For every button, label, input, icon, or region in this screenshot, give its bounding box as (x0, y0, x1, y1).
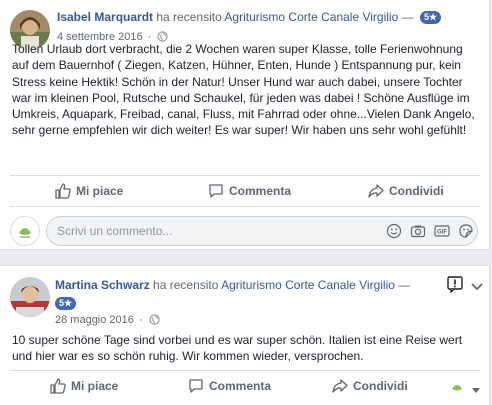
share-label: Condividi (353, 379, 408, 393)
share-icon (368, 184, 384, 198)
review-action-text: ha recensito (156, 10, 222, 24)
separator: — (401, 10, 414, 24)
sticker-icon[interactable] (458, 223, 474, 244)
camera-icon[interactable] (410, 223, 426, 244)
comment-placeholder: Scrivi un commento... (57, 224, 173, 238)
thumbs-up-icon (55, 183, 71, 199)
gif-icon[interactable]: GIF (434, 223, 450, 244)
rating-badge: 5★ (55, 297, 77, 310)
page-link[interactable]: Agriturismo Corte Canale Virgilio (221, 278, 395, 292)
avatar[interactable] (10, 277, 50, 317)
page-avatar (10, 216, 40, 246)
review-text: Tollen Urlaub dort verbracht, die 2 Woch… (12, 42, 475, 138)
comment-label: Commenta (209, 379, 272, 393)
separator: — (398, 278, 411, 292)
rating-row: 5★ (55, 296, 77, 310)
comment-icon (189, 379, 203, 393)
page-link[interactable]: Agriturismo Corte Canale Virgilio (224, 10, 398, 24)
globe-icon (149, 314, 160, 328)
author-name[interactable]: Isabel Marquardt (57, 10, 153, 24)
comment-label: Commenta (229, 184, 292, 198)
review-action-text: ha recensito (153, 278, 219, 292)
review-card: Isabel Marquardt ha recensito Agriturism… (0, 0, 490, 250)
review-card: Martina Schwarz ha recensito Agriturismo… (0, 265, 490, 405)
page-mini-avatar-icon (452, 385, 462, 391)
comment-button[interactable]: Commenta (208, 176, 291, 206)
review-date[interactable]: 28 maggio 2016 (55, 314, 134, 326)
review-meta: 28 maggio 2016 · (55, 314, 160, 328)
like-button[interactable]: Mi piace (55, 176, 123, 206)
action-bar: Mi piace Commenta Condividi (10, 370, 481, 402)
comment-input[interactable]: Scrivi un commento... GIF (46, 216, 478, 246)
like-label: Mi piace (76, 184, 124, 198)
thumbs-up-icon (50, 378, 66, 394)
comment-composer: Scrivi un commento... GIF (10, 214, 480, 248)
report-icon[interactable] (446, 275, 464, 298)
rating-badge: 5★ (419, 11, 442, 24)
emoji-icon[interactable] (386, 223, 402, 244)
like-label: Mi piace (71, 379, 119, 393)
share-label: Condividi (389, 184, 444, 198)
action-bar: Mi piace Commenta Condividi (10, 175, 480, 207)
author-name[interactable]: Martina Schwarz (55, 278, 150, 292)
comment-icon (209, 184, 223, 198)
page-selector[interactable] (450, 371, 485, 401)
more-options-icon[interactable] (470, 279, 484, 297)
share-icon (332, 379, 348, 393)
chevron-down-icon (472, 388, 481, 393)
share-button[interactable]: Condividi (332, 371, 408, 401)
like-button[interactable]: Mi piace (50, 371, 118, 401)
svg-text:GIF: GIF (437, 230, 447, 236)
review-text: 10 super schöne Tage sind vorbei und es … (12, 333, 463, 364)
review-header: Martina Schwarz ha recensito Agriturismo… (55, 278, 410, 292)
share-button[interactable]: Condividi (368, 176, 444, 206)
review-header: Isabel Marquardt ha recensito Agriturism… (57, 10, 442, 24)
comment-button[interactable]: Commenta (188, 371, 271, 401)
